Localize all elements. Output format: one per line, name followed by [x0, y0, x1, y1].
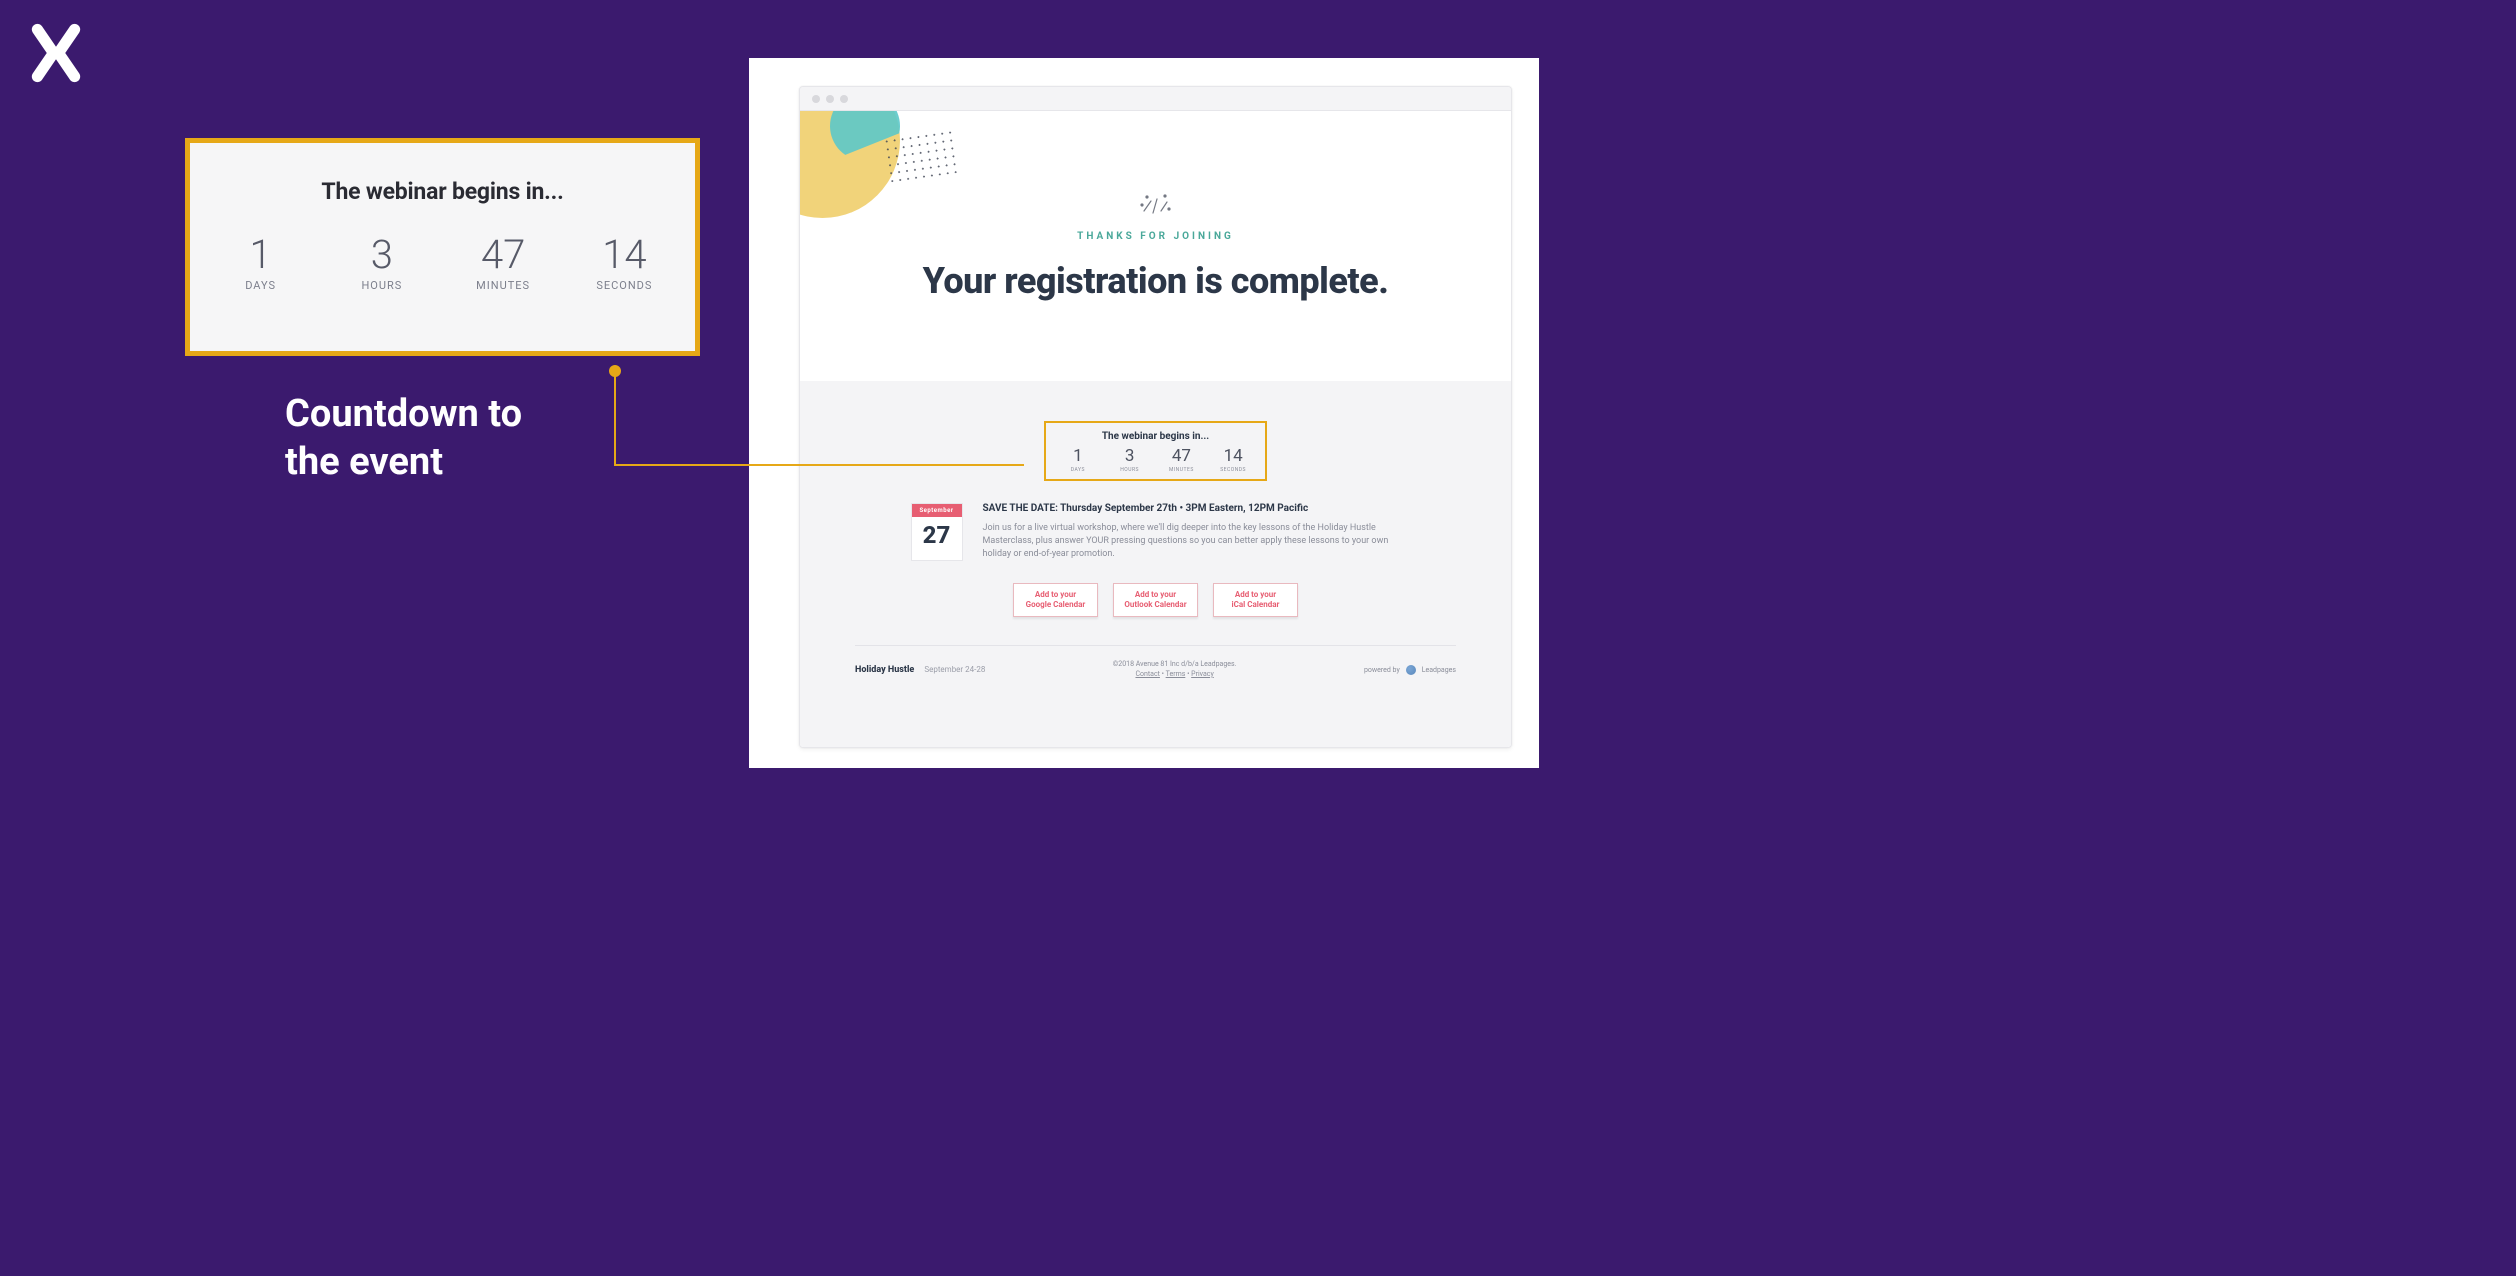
landing-page: THANKS FOR JOINING Your registration is …: [800, 111, 1511, 747]
browser-window: THANKS FOR JOINING Your registration is …: [799, 86, 1512, 748]
countdown-value: 3: [371, 235, 393, 275]
countdown-title: The webinar begins in...: [1052, 431, 1259, 442]
countdown-value: 14: [1224, 448, 1243, 465]
countdown-label: DAYS: [1071, 467, 1085, 473]
button-line: Outlook Calendar: [1124, 600, 1186, 609]
countdown-unit-minutes: 47 MINUTES: [443, 235, 564, 292]
calendar-date-icon: September 27: [911, 503, 963, 561]
countdown-unit-seconds: 14 SECONDS: [564, 235, 685, 292]
window-dot-icon: [826, 95, 834, 103]
countdown-value: 14: [602, 235, 646, 275]
footer-link-terms[interactable]: Terms: [1166, 670, 1186, 678]
button-line: Add to your: [1135, 590, 1176, 599]
countdown-unit-seconds: 14 SECONDS: [1207, 448, 1259, 473]
hero-eyebrow: THANKS FOR JOINING: [1077, 231, 1234, 242]
countdown-zoom-panel: The webinar begins in... 1 DAYS 3 HOURS …: [185, 138, 700, 356]
button-line: Google Calendar: [1026, 600, 1086, 609]
ornament-dots-icon: [882, 128, 958, 182]
annotation-caption: Countdown to the event: [285, 391, 705, 486]
countdown-unit-days: 1 DAYS: [1052, 448, 1104, 473]
add-to-google-calendar-button[interactable]: Add to your Google Calendar: [1013, 583, 1098, 617]
add-to-outlook-calendar-button[interactable]: Add to your Outlook Calendar: [1113, 583, 1198, 617]
footer-link-privacy[interactable]: Privacy: [1191, 670, 1214, 678]
countdown-label: HOURS: [1120, 467, 1139, 473]
countdown-value: 1: [1073, 448, 1083, 465]
button-line: iCal Calendar: [1232, 600, 1280, 609]
window-dot-icon: [840, 95, 848, 103]
countdown-label: MINUTES: [476, 279, 530, 292]
footer-copyright: ©2018 Avenue 81 Inc d/b/a Leadpages.: [1113, 660, 1237, 668]
calendar-month: September: [912, 504, 962, 517]
leadpages-logo-icon: [1406, 665, 1416, 675]
brand-logo-icon: [25, 22, 87, 84]
save-the-date-body: Join us for a live virtual workshop, whe…: [983, 522, 1401, 561]
footer-brand: Holiday Hustle: [855, 665, 914, 675]
annotation-caption-line: Countdown to: [285, 392, 522, 436]
button-line: Add to your: [1235, 590, 1276, 599]
footer-link-contact[interactable]: Contact: [1135, 670, 1159, 678]
powered-by-brand: Leadpages: [1422, 666, 1456, 674]
calendar-day: 27: [912, 517, 962, 555]
add-to-ical-calendar-button[interactable]: Add to your iCal Calendar: [1213, 583, 1298, 617]
countdown-label: SECONDS: [1220, 467, 1246, 473]
countdown-label: DAYS: [245, 279, 276, 292]
save-the-date-heading: SAVE THE DATE: Thursday September 27th •…: [983, 503, 1401, 514]
countdown-value: 1: [250, 235, 272, 275]
footer-dates: September 24-28: [924, 665, 985, 674]
countdown-label: SECONDS: [596, 279, 652, 292]
screenshot-stage: THANKS FOR JOINING Your registration is …: [749, 58, 1539, 768]
hero-headline: Your registration is complete.: [923, 260, 1389, 302]
browser-titlebar: [800, 87, 1511, 111]
confetti-icon: [1139, 191, 1173, 223]
countdown-unit-days: 1 DAYS: [200, 235, 321, 292]
countdown-value: 3: [1125, 448, 1135, 465]
countdown-title: The webinar begins in...: [321, 178, 563, 205]
countdown-value: 47: [1172, 448, 1191, 465]
countdown-unit-hours: 3 HOURS: [1104, 448, 1156, 473]
annotation-caption-line: the event: [285, 440, 443, 484]
window-dot-icon: [812, 95, 820, 103]
countdown-label: MINUTES: [1169, 467, 1194, 473]
button-line: Add to your: [1035, 590, 1076, 599]
countdown-unit-minutes: 47 MINUTES: [1156, 448, 1208, 473]
countdown-unit-hours: 3 HOURS: [321, 235, 442, 292]
countdown-widget: The webinar begins in... 1 DAYS 3 HOURS …: [1044, 421, 1267, 481]
powered-by-prefix: powered by: [1364, 666, 1400, 674]
footer-legal: ©2018 Avenue 81 Inc d/b/a Leadpages. Con…: [985, 660, 1364, 680]
countdown-value: 47: [481, 235, 525, 275]
countdown-label: HOURS: [361, 279, 402, 292]
